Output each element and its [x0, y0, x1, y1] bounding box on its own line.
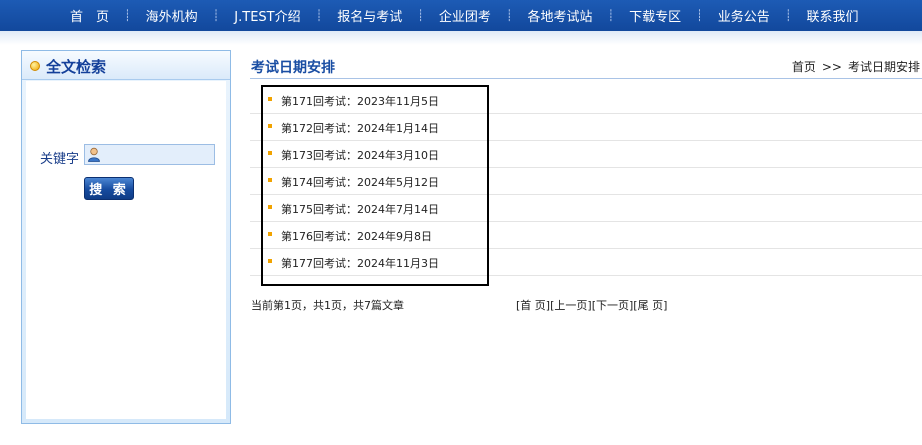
list-item: 第172回考试：2024年1月14日 — [250, 114, 922, 141]
nav-menu: 首 页 ┊ 海外机构 ┊ J.TEST介绍 ┊ 报名与考试 ┊ 企业团考 ┊ 各… — [70, 0, 858, 31]
nav-item-corporate[interactable]: 企业团考 — [439, 6, 491, 25]
nav-item-downloads[interactable]: 下载专区 — [629, 6, 681, 25]
breadcrumb-separator: >> — [821, 60, 842, 74]
list-item-link[interactable]: 第172回考试：2024年1月14日 — [281, 120, 439, 136]
pager-last-button[interactable]: [尾 页] — [633, 299, 667, 312]
bullet-icon — [268, 97, 272, 101]
nav-separator: ┊ — [505, 9, 513, 22]
nav-separator: ┊ — [417, 9, 424, 22]
nav-separator: ┊ — [315, 9, 323, 22]
nav-separator: ┊ — [784, 9, 792, 22]
list-item-link[interactable]: 第175回考试：2024年7月14日 — [281, 201, 439, 217]
search-panel-header: 全文检索 — [22, 51, 230, 80]
keyword-label: 关键字 — [40, 152, 80, 167]
list-item: 第177回考试：2024年11月3日 — [250, 249, 922, 276]
nav-item-overseas[interactable]: 海外机构 — [146, 6, 198, 25]
list-item-link[interactable]: 第177回考试：2024年11月3日 — [281, 255, 439, 271]
breadcrumb-current: 考试日期安排 — [847, 60, 920, 74]
bullet-icon — [268, 232, 272, 236]
pager-first-button[interactable]: [首 页] — [516, 299, 550, 312]
bullet-icon — [268, 205, 272, 209]
pager-info: 当前第1页，共1页，共7篇文章 — [251, 299, 404, 312]
breadcrumb-home[interactable]: 首页 — [792, 60, 816, 74]
bullet-icon — [268, 151, 272, 155]
keyword-input[interactable] — [84, 144, 215, 165]
header-band — [0, 31, 922, 45]
search-button[interactable]: 搜 索 — [84, 177, 134, 200]
nav-item-announcements[interactable]: 业务公告 — [718, 6, 770, 25]
pager: [首 页][上一页][下一页][尾 页] — [516, 297, 667, 313]
bullet-icon — [268, 124, 272, 128]
nav-separator: ┊ — [212, 9, 220, 22]
list-item: 第174回考试：2024年5月12日 — [250, 168, 922, 195]
nav-separator: ┊ — [696, 9, 703, 22]
title-divider — [250, 78, 922, 79]
list-item: 第173回考试：2024年3月10日 — [250, 141, 922, 168]
bullet-icon — [268, 259, 272, 263]
list-item-link[interactable]: 第171回考试：2023年11月5日 — [281, 93, 439, 109]
pager-next-button[interactable]: [下一页] — [592, 299, 634, 312]
nav-item-test-sites[interactable]: 各地考试站 — [528, 6, 593, 25]
bullet-icon — [30, 61, 40, 71]
user-icon — [88, 147, 100, 162]
nav-separator: ┊ — [607, 9, 615, 22]
list-item-link[interactable]: 第173回考试：2024年3月10日 — [281, 147, 439, 163]
list-item-link[interactable]: 第174回考试：2024年5月12日 — [281, 174, 439, 190]
nav-item-home[interactable]: 首 页 — [70, 6, 109, 25]
breadcrumb: 首页 >> 考试日期安排 — [792, 58, 920, 75]
search-panel-body: 关键字 搜 索 — [26, 81, 226, 419]
top-nav: 首 页 ┊ 海外机构 ┊ J.TEST介绍 ┊ 报名与考试 ┊ 企业团考 ┊ 各… — [0, 0, 922, 31]
nav-item-contact[interactable]: 联系我们 — [806, 6, 858, 25]
list-item: 第171回考试：2023年11月5日 — [250, 87, 922, 114]
pager-prev-button[interactable]: [上一页] — [550, 299, 592, 312]
search-panel: 全文检索 关键字 搜 索 — [21, 50, 231, 424]
nav-separator: ┊ — [124, 9, 131, 22]
bullet-icon — [268, 178, 272, 182]
search-panel-title: 全文检索 — [46, 58, 107, 76]
list-item: 第175回考试：2024年7月14日 — [250, 195, 922, 222]
list-item-link[interactable]: 第176回考试：2024年9月8日 — [281, 228, 432, 244]
nav-item-registration[interactable]: 报名与考试 — [337, 6, 402, 25]
exam-schedule-list: 第171回考试：2023年11月5日 第172回考试：2024年1月14日 第1… — [250, 87, 922, 276]
list-item: 第176回考试：2024年9月8日 — [250, 222, 922, 249]
page-title: 考试日期安排 — [251, 60, 335, 76]
nav-item-jtest-intro[interactable]: J.TEST介绍 — [234, 6, 300, 25]
